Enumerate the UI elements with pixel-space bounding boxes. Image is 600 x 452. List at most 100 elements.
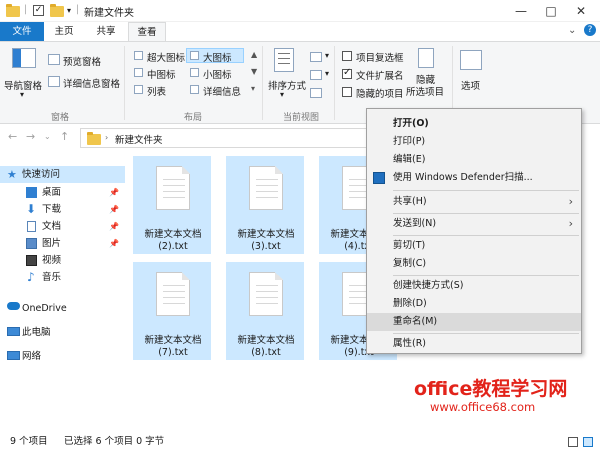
menu-item-rename[interactable]: 重命名(M) (367, 313, 581, 331)
menu-item-create-shortcut[interactable]: 创建快捷方式(S) (367, 277, 581, 295)
group-by-chevron-icon[interactable]: ▾ (325, 51, 329, 60)
nav-item-desktop[interactable]: 桌面 📌 (0, 184, 125, 201)
pin-icon[interactable]: 📌 (109, 184, 119, 201)
sort-button[interactable]: 排序方式 (268, 78, 306, 92)
layout-medium-icons[interactable]: 中图标 (147, 67, 176, 81)
file-name: 新建文本文档 (2).txt (144, 229, 202, 252)
menu-item-print[interactable]: 打印(P) (367, 133, 581, 151)
sort-chevron-icon[interactable]: ▾ (280, 90, 284, 99)
nav-item-label: 音乐 (42, 272, 62, 283)
add-columns-icon[interactable] (310, 70, 322, 80)
menu-item-open[interactable]: 打开(O) (367, 115, 581, 133)
up-arrow-icon[interactable]: ↑ (60, 130, 69, 143)
menu-item-cut[interactable]: 剪切(T) (367, 237, 581, 255)
network-icon (7, 351, 20, 360)
nav-item-network[interactable]: 网络 (0, 348, 125, 365)
hidden-items-checkbox[interactable] (342, 87, 352, 97)
cloud-icon (7, 302, 20, 310)
small-icons-icon[interactable] (190, 68, 199, 77)
nav-item-documents[interactable]: 文档 📌 (0, 218, 125, 235)
properties-check-icon[interactable]: ✓ (33, 5, 44, 16)
options-icon[interactable] (460, 50, 482, 70)
breadcrumb-chevron-icon[interactable]: › (105, 133, 108, 142)
tab-share[interactable]: 共享 (86, 22, 126, 41)
nav-item-videos[interactable]: 视频 (0, 252, 125, 269)
group-by-icon[interactable] (310, 52, 322, 62)
file-item[interactable]: 新建文本文档 (3).txt (226, 156, 304, 254)
new-folder-icon[interactable] (50, 4, 64, 17)
tab-view[interactable]: 查看 (128, 22, 166, 41)
menu-item-send-to[interactable]: 发送到(N) › (367, 215, 581, 233)
nav-item-music[interactable]: ♪ 音乐 (0, 269, 125, 286)
menu-item-send-to-label: 发送到(N) (393, 218, 437, 229)
file-extension-checkbox[interactable] (342, 67, 352, 79)
forward-arrow-icon[interactable]: → (26, 130, 35, 143)
layout-extra-large-icons[interactable]: 超大图标 (147, 50, 185, 64)
hide-selected-icon[interactable] (418, 48, 434, 68)
close-button[interactable]: ✕ (566, 0, 596, 22)
back-arrow-icon[interactable]: ← (8, 130, 17, 143)
nav-item-label: 网络 (22, 351, 42, 362)
menu-item-share[interactable]: 共享(H) › (367, 193, 581, 211)
nav-item-this-pc[interactable]: 此电脑 (0, 324, 125, 341)
extra-large-icons-icon[interactable] (134, 51, 143, 60)
menu-item-delete[interactable]: 删除(D) (367, 295, 581, 313)
item-checkbox-label: 项目复选框 (356, 53, 404, 64)
help-icon[interactable]: ? (584, 24, 596, 36)
minimize-button[interactable]: — (506, 0, 536, 22)
nav-pane-icon[interactable] (12, 48, 36, 68)
customize-toolbar-chevron-icon[interactable]: ▾ (67, 6, 71, 20)
nav-pane-chevron-icon[interactable]: ▾ (20, 90, 24, 99)
pin-icon[interactable]: 📌 (109, 218, 119, 235)
breadcrumb-current[interactable]: 新建文件夹 (115, 132, 163, 146)
nav-item-onedrive[interactable]: OneDrive (0, 300, 125, 317)
layout-small-icons[interactable]: 小图标 (203, 67, 232, 81)
expand-ribbon-icon[interactable]: ⌄ (568, 25, 576, 36)
large-icons-icon[interactable] (190, 51, 199, 60)
nav-item-downloads[interactable]: ⬇ 下载 📌 (0, 201, 125, 218)
details-pane-button[interactable]: 详细信息窗格 (63, 76, 120, 90)
maximize-button[interactable]: □ (536, 0, 566, 22)
file-item[interactable]: 新建文本文档 (7).txt (133, 262, 211, 360)
layout-details[interactable]: 详细信息 (203, 84, 241, 98)
menu-item-defender-scan[interactable]: 使用 Windows Defender扫描... (367, 169, 581, 187)
layout-large-icons[interactable]: 大图标 (203, 50, 232, 64)
details-view-icon[interactable] (568, 437, 578, 447)
layout-scroll-up-icon[interactable]: ▲ (251, 50, 257, 59)
details-icon[interactable] (190, 85, 199, 94)
download-icon: ⬇ (26, 202, 37, 216)
layout-scroll-down-icon[interactable]: ▼ (251, 67, 257, 76)
recent-locations-chevron-icon[interactable]: ⌄ (44, 132, 51, 141)
menu-item-copy[interactable]: 复制(C) (367, 255, 581, 273)
ribbon-tabs: 文件 主页 共享 查看 ⌄ ? (0, 22, 600, 41)
medium-icons-icon[interactable] (134, 68, 143, 77)
preview-pane-icon[interactable] (48, 54, 60, 65)
item-checkbox-checkbox[interactable] (342, 51, 352, 61)
layout-more-icon[interactable]: ▾ (251, 84, 255, 93)
hide-selected-button[interactable]: 所选项目 (406, 84, 444, 98)
pin-icon[interactable]: 📌 (109, 201, 119, 218)
nav-item-quick-access[interactable]: ★ 快速访问 (0, 166, 125, 183)
preview-pane-button[interactable]: 预览窗格 (63, 54, 101, 68)
pin-icon[interactable]: 📌 (109, 235, 119, 252)
large-icons-view-icon[interactable] (583, 437, 593, 447)
options-button[interactable]: 选项 (461, 78, 480, 92)
layout-list[interactable]: 列表 (147, 84, 166, 98)
star-icon: ★ (7, 168, 17, 181)
tab-file[interactable]: 文件 (0, 22, 44, 41)
folder-icon (6, 4, 20, 17)
add-columns-chevron-icon[interactable]: ▾ (325, 69, 329, 78)
details-pane-icon[interactable] (48, 76, 60, 87)
file-item[interactable]: 新建文本文档 (2).txt (133, 156, 211, 254)
menu-item-defender-label: 使用 Windows Defender扫描... (393, 172, 533, 183)
menu-item-share-label: 共享(H) (393, 196, 427, 207)
nav-item-pictures[interactable]: 图片 📌 (0, 235, 125, 252)
tab-home[interactable]: 主页 (44, 22, 84, 41)
nav-item-label: 桌面 (42, 187, 62, 198)
size-columns-icon[interactable] (310, 88, 322, 98)
sort-icon[interactable] (274, 48, 294, 72)
file-item[interactable]: 新建文本文档 (8).txt (226, 262, 304, 360)
menu-item-edit[interactable]: 编辑(E) (367, 151, 581, 169)
list-icon[interactable] (134, 85, 143, 94)
menu-item-properties[interactable]: 属性(R) (367, 335, 581, 353)
